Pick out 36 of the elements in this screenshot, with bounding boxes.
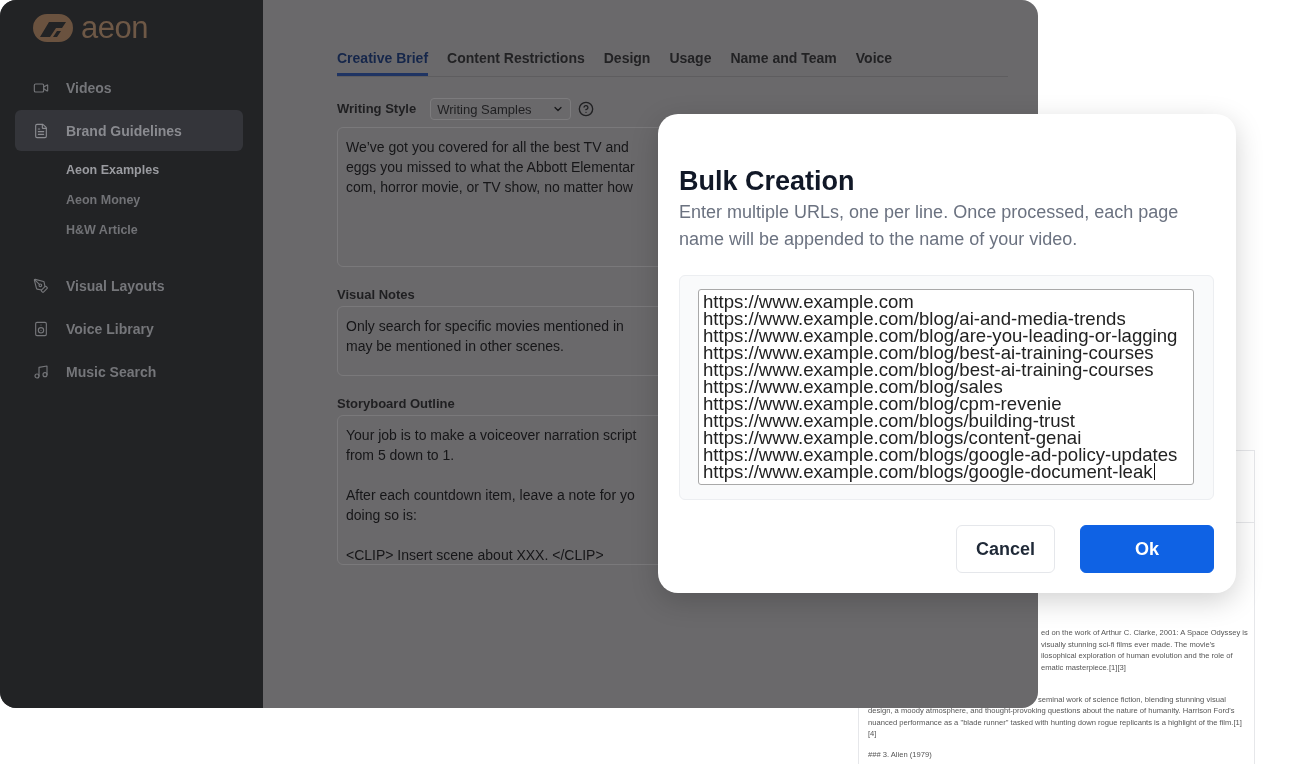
music-note-icon — [33, 363, 49, 380]
help-icon[interactable] — [578, 101, 595, 117]
nav-item[interactable]: Voice Library — [15, 308, 243, 349]
pen-nib-icon — [33, 277, 49, 294]
field-label: Visual Notes — [337, 288, 415, 302]
nav-subitem[interactable]: Aeon Money — [66, 185, 141, 215]
paragraph-text: <CLIP> Insert scene about XXX. </CLIP> — [346, 546, 604, 565]
url-text: https://www.example.com — [703, 293, 914, 310]
dropdown-select[interactable]: Writing Samples — [430, 98, 572, 120]
speaker-icon — [33, 320, 49, 337]
tab[interactable]: Creative Brief — [337, 40, 429, 76]
tab[interactable]: Usage — [669, 40, 712, 76]
nav-subitem[interactable]: H&W Article — [66, 215, 138, 245]
tab[interactable]: Content Restrictions — [447, 40, 585, 76]
logo-icon — [33, 14, 73, 42]
tab[interactable]: Design — [603, 40, 651, 76]
nav-item[interactable]: Visual Layouts — [15, 265, 243, 306]
field-label: Writing Style — [337, 102, 417, 116]
field-label: Storyboard Outline — [337, 397, 455, 411]
nav-item[interactable]: Videos — [15, 67, 243, 108]
ok-button[interactable]: Ok — [1080, 525, 1214, 573]
url-text-area[interactable] — [698, 289, 1194, 485]
cancel-button[interactable]: Cancel — [955, 525, 1055, 573]
nav-subitem[interactable]: Aeon Examples — [66, 155, 160, 185]
paragraph-text: After each countdown item, leave a note for yo doing so is: — [346, 486, 635, 525]
dialog-description: Enter multiple URLs, one per line. Once processed, each page name will be appended to the name of your video. — [679, 201, 1180, 251]
nav-item[interactable]: Music Search — [15, 351, 243, 392]
nav-item[interactable]: Brand Guidelines — [15, 110, 243, 151]
tab[interactable]: Voice — [855, 40, 893, 76]
logo-text: aeon — [81, 14, 148, 42]
paragraph-text: We’ve got you covered for all the best TV and eggs you missed to what the Abbott Elementar com, horror movie, or TV show, no matter how — [346, 138, 635, 197]
document-icon — [33, 122, 49, 139]
tab[interactable]: Name and Team — [730, 40, 837, 76]
dialog-title: Bulk Creation — [679, 165, 855, 197]
paragraph-text: Only search for specific movies mentioned in may be mentioned in other scenes. — [346, 317, 624, 356]
paragraph-text: Your job is to make a voiceover narration script from 5 down to 1. — [346, 426, 637, 465]
